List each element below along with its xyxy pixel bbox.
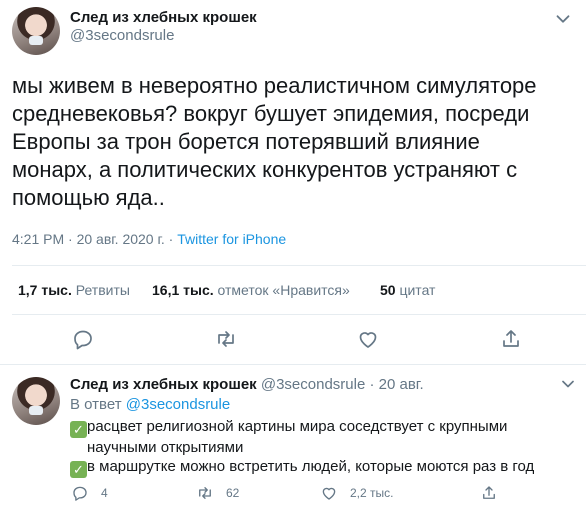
retweets-count: 1,7 тыс. (18, 282, 72, 298)
divider (12, 265, 586, 266)
retweet-button[interactable] (214, 327, 238, 351)
tweet-text-line: Европы за трон борется потерявший влияни… (12, 129, 480, 154)
chevron-down-icon[interactable] (558, 374, 578, 394)
author-handle[interactable]: @3secondsrule (70, 27, 174, 44)
heart-icon (322, 487, 336, 500)
tweet-meta: 4:21 PM · 20 авг. 2020 г. · Twitter for … (12, 231, 286, 247)
retweet-icon (218, 331, 234, 347)
likes-stat[interactable]: 16,1 тыс. отметок «Нравится» (152, 282, 350, 298)
reply-text: ✓ расцвет религиозной картины мира соседс… (70, 417, 570, 478)
reply-count: 4 (101, 486, 108, 500)
avatar[interactable] (12, 377, 60, 425)
check-mark-icon: ✓ (70, 461, 87, 478)
reply-button[interactable] (71, 327, 95, 351)
reply-line-text: в маршрутке можно встретить людей, котор… (87, 458, 535, 475)
like-count: 2,2 тыс. (350, 486, 394, 500)
tweet-text-line: помощью яда.. (12, 185, 165, 210)
tweet-text-line: мы живем в невероятно реалистичном симул… (12, 73, 537, 98)
tweet-text-line: монарх, а политических конкурентов устра… (12, 157, 518, 182)
reply-text-line: ✓ в маршрутке можно встретить людей, кото… (70, 457, 570, 478)
quotes-label: цитат (399, 282, 436, 298)
quotes-stat[interactable]: 50 цитат (380, 282, 435, 298)
like-button[interactable] (356, 327, 380, 351)
reply-to-mention[interactable]: @3secondsrule (126, 396, 230, 413)
timestamp[interactable]: 4:21 PM · 20 авг. 2020 г. · (12, 231, 177, 247)
reply-icon (73, 486, 87, 501)
check-mark-icon: ✓ (70, 421, 87, 438)
tweet-text-line: средневековья? вокруг бушует эпидемия, п… (12, 101, 530, 126)
divider (12, 314, 586, 315)
reply-to-prefix: В ответ (70, 396, 126, 413)
reply-text-line: научными открытиями (87, 439, 244, 456)
quotes-count: 50 (380, 282, 396, 298)
divider (0, 364, 586, 365)
reply-text-line: ✓ расцвет религиозной картины мира соседс… (70, 417, 570, 438)
tweet-text: мы живем в невероятно реалистичном симул… (12, 72, 572, 212)
chevron-down-icon[interactable] (552, 8, 574, 30)
share-button[interactable] (499, 327, 523, 351)
reply-to: В ответ @3secondsrule (70, 396, 230, 413)
retweets-stat[interactable]: 1,7 тыс. Ретвиты (18, 282, 130, 298)
reply-author-name[interactable]: След из хлебных крошек (70, 376, 257, 393)
share-icon (483, 486, 495, 499)
retweets-label: Ретвиты (75, 282, 130, 298)
reply-icon (74, 330, 92, 350)
reply-line-text: расцвет религиозной картины мира соседст… (87, 418, 508, 435)
retweet-icon (199, 487, 211, 499)
author-name[interactable]: След из хлебных крошек (70, 9, 257, 26)
share-icon (503, 330, 519, 347)
heart-icon (359, 332, 377, 348)
reply-author-handle[interactable]: @3secondsrule · 20 авг. (261, 376, 424, 393)
likes-label: отметок «Нравится» (217, 282, 350, 298)
avatar[interactable] (12, 7, 60, 55)
likes-count: 16,1 тыс. (152, 282, 214, 298)
retweet-count: 62 (226, 486, 240, 500)
reply-header: След из хлебных крошек @3secondsrule · 2… (70, 376, 424, 393)
source-link[interactable]: Twitter for iPhone (177, 231, 286, 247)
